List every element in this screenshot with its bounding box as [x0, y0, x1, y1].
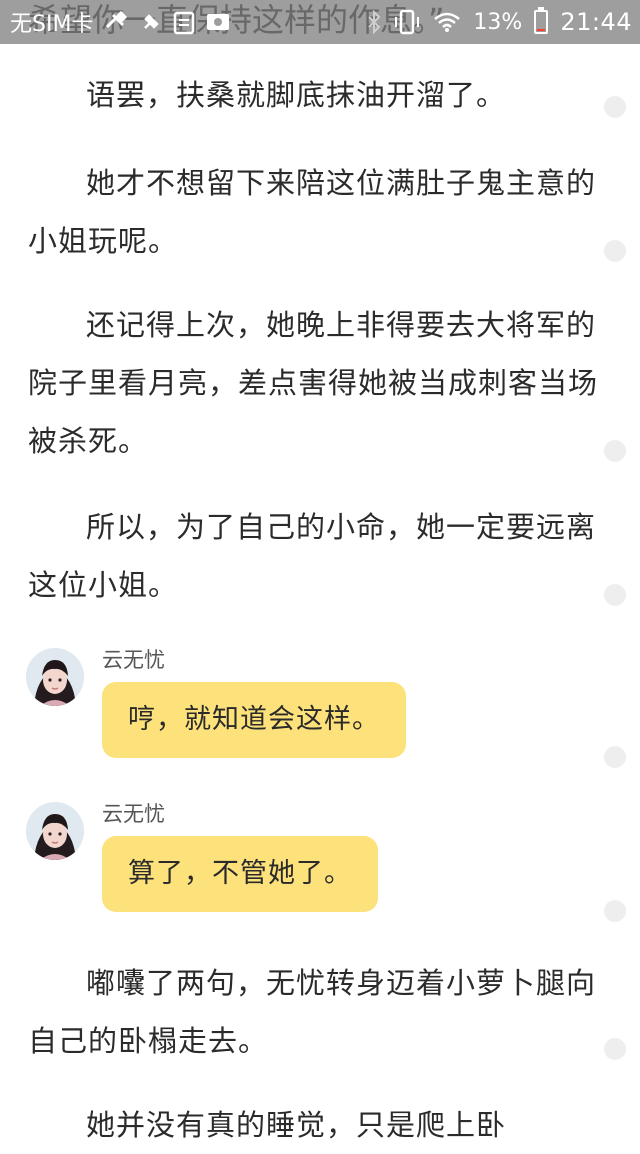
- battery-percent: 13%: [473, 9, 523, 35]
- chat-sender-name: 云无忧: [102, 648, 165, 672]
- battery-icon: [534, 7, 549, 34]
- clock-time: 21:44: [560, 8, 632, 36]
- paragraph-comment-marker[interactable]: [604, 440, 626, 462]
- chat-bubble: 哼，就知道会这样。: [102, 682, 406, 758]
- clipboard-icon: [173, 9, 195, 35]
- paragraph: 还记得上次，她晚上非得要去大将军的院子里看月亮，差点害得她被当成刺客当场被杀死。: [28, 308, 599, 458]
- bluetooth-icon: [367, 10, 381, 34]
- pin-icon: [139, 10, 163, 34]
- paragraph-comment-marker[interactable]: [604, 1038, 626, 1060]
- paragraph: 她并没有真的睡觉，只是爬上卧: [86, 1108, 507, 1142]
- vibrate-icon: [393, 9, 421, 35]
- paragraph-comment-marker[interactable]: [604, 240, 626, 262]
- paragraph: 嘟囔了两句，无忧转身迈着小萝卜腿向自己的卧榻走去。: [28, 966, 597, 1058]
- carrier-label: 无SIM卡: [10, 12, 94, 37]
- chat-bubble: 算了，不管她了。: [102, 836, 378, 912]
- avatar[interactable]: [26, 802, 84, 860]
- status-left: 无SIM卡: [10, 0, 231, 44]
- battery-level: [537, 29, 546, 31]
- paragraph: 她才不想留下来陪这位满肚子鬼主意的小姐玩呢。: [28, 166, 597, 258]
- wifi-icon: [433, 11, 461, 33]
- paragraph-comment-marker[interactable]: [604, 900, 626, 922]
- paragraph-comment-marker[interactable]: [604, 96, 626, 118]
- status-bar: 希望你一直保持这样的作息。” 无SIM卡 13% 21:44: [0, 0, 640, 44]
- photo-icon: [205, 11, 231, 33]
- paragraph-comment-marker[interactable]: [604, 584, 626, 606]
- status-right: 13% 21:44: [367, 0, 632, 44]
- chat-sender-name: 云无忧: [102, 802, 165, 826]
- avatar[interactable]: [26, 648, 84, 706]
- paragraph: 语罢，扶桑就脚底抹油开溜了。: [86, 78, 507, 112]
- paragraph-comment-marker[interactable]: [604, 746, 626, 768]
- paragraph: 所以，为了自己的小命，她一定要远离这位小姐。: [28, 510, 597, 602]
- usb-icon: [103, 9, 129, 35]
